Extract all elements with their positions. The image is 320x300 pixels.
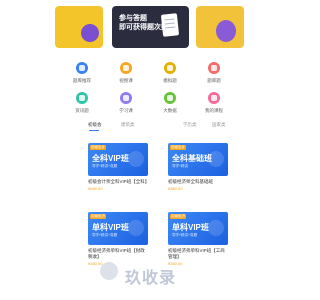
tab-active-indicator	[89, 130, 99, 131]
course-name: 初级经济师单科VIP班【工商管理】	[168, 248, 225, 259]
grid-label: 题库推荐	[73, 78, 91, 83]
course-thumbnail: 初级经济 单科VIP班 导学+精讲+真题	[168, 212, 228, 245]
grid-item-1[interactable]: 视频课	[106, 62, 146, 84]
grid-label: 大数据	[163, 108, 177, 113]
course-badge: 初级经济	[170, 214, 186, 219]
course-thumb-sub: 导学+精讲+真题	[92, 233, 118, 237]
decoration-icon	[128, 151, 144, 167]
grid-label: 资讯题	[75, 108, 89, 113]
banner-carousel[interactable]: 参与答题 即可获得题次数	[0, 6, 300, 48]
grid-label: 学习课	[119, 108, 133, 113]
course-price: ¥380.00	[168, 261, 183, 266]
grid-item-2[interactable]: 模拟题	[150, 62, 190, 84]
course-card-1[interactable]: 初级会计 全科基础班 导学+精讲 初级经济师全科基础班 ¥380.00	[168, 143, 228, 191]
grid-item-3[interactable]: 题库题	[194, 62, 234, 84]
tab-0[interactable]: 初级会	[88, 122, 102, 128]
course-name: 初级经济师全科基础班	[168, 179, 213, 184]
course-thumb-title: 单科VIP班	[92, 223, 129, 232]
grid-item-0[interactable]: 题库推荐	[62, 62, 102, 84]
course-thumb-title: 全科基础班	[172, 154, 212, 163]
tab-3[interactable]: 学历类	[183, 122, 197, 128]
banner-right-illustration	[216, 20, 236, 42]
category-tabs: 初级会 建筑类 学历类 国家类	[88, 122, 228, 132]
news-icon	[76, 92, 88, 104]
tab-1[interactable]: 建筑类	[121, 122, 135, 128]
course-thumb-sub: 导学+精讲+真题	[92, 164, 118, 168]
course-name: 初级经济师单科VIP班【财政税收】	[88, 248, 145, 259]
study-icon	[120, 92, 132, 104]
course-badge: 初级经济	[90, 214, 106, 219]
course-badge: 初级会计	[170, 145, 186, 150]
banner-left[interactable]	[55, 6, 103, 48]
course-badge: 初级会计	[90, 145, 106, 150]
course-thumbnail: 初级经济 单科VIP班 导学+精讲+真题	[88, 212, 148, 245]
my-course-icon	[208, 92, 220, 104]
grid-item-7[interactable]: 我的课程	[194, 92, 234, 114]
grid-item-6[interactable]: 大数据	[150, 92, 190, 114]
decoration-icon	[128, 220, 144, 236]
grid-label: 题库题	[207, 78, 221, 83]
note-icon	[160, 13, 180, 37]
video-icon	[120, 62, 132, 74]
course-thumb-title: 全科VIP班	[92, 154, 129, 163]
tab-4[interactable]: 国家类	[212, 122, 226, 128]
decoration-icon	[208, 151, 224, 167]
course-thumb-sub: 导学+精讲+真题	[172, 233, 198, 237]
grid-label: 视频课	[119, 78, 133, 83]
course-card-0[interactable]: 初级会计 全科VIP班 导学+精讲+真题 初级会计师全科VIP班【全科】 ¥68…	[88, 143, 150, 191]
grid-item-5[interactable]: 学习课	[106, 92, 146, 114]
course-name: 初级会计师全科VIP班【全科】	[88, 179, 150, 184]
grid-label: 我的课程	[205, 108, 223, 113]
banner-left-illustration	[81, 24, 99, 42]
course-price: ¥680.00	[88, 186, 103, 191]
book-icon	[76, 62, 88, 74]
question-icon	[208, 62, 220, 74]
banner-right[interactable]	[196, 6, 244, 48]
course-thumbnail: 初级会计 全科基础班 导学+精讲	[168, 143, 228, 176]
exam-icon	[164, 62, 176, 74]
watermark-logo-icon	[100, 262, 118, 280]
decoration-icon	[208, 220, 224, 236]
course-card-2[interactable]: 初级经济 单科VIP班 导学+精讲+真题 初级经济师单科VIP班【财政税收】 ¥…	[88, 212, 148, 266]
banner-center[interactable]: 参与答题 即可获得题次数	[112, 6, 189, 48]
course-card-3[interactable]: 初级经济 单科VIP班 导学+精讲+真题 初级经济师单科VIP班【工商管理】 ¥…	[168, 212, 228, 266]
category-grid: 题库推荐 视频课 模拟题 题库题 资讯题 学习课 大数据 我的课程	[62, 62, 238, 118]
grid-label: 模拟题	[163, 78, 177, 83]
course-thumb-title: 单科VIP班	[172, 223, 209, 232]
course-thumb-sub: 导学+精讲	[172, 164, 189, 168]
data-icon	[164, 92, 176, 104]
watermark-text: 玖收录	[125, 270, 177, 287]
grid-item-4[interactable]: 资讯题	[62, 92, 102, 114]
course-price: ¥380.00	[168, 186, 183, 191]
course-thumbnail: 初级会计 全科VIP班 导学+精讲+真题	[88, 143, 148, 176]
